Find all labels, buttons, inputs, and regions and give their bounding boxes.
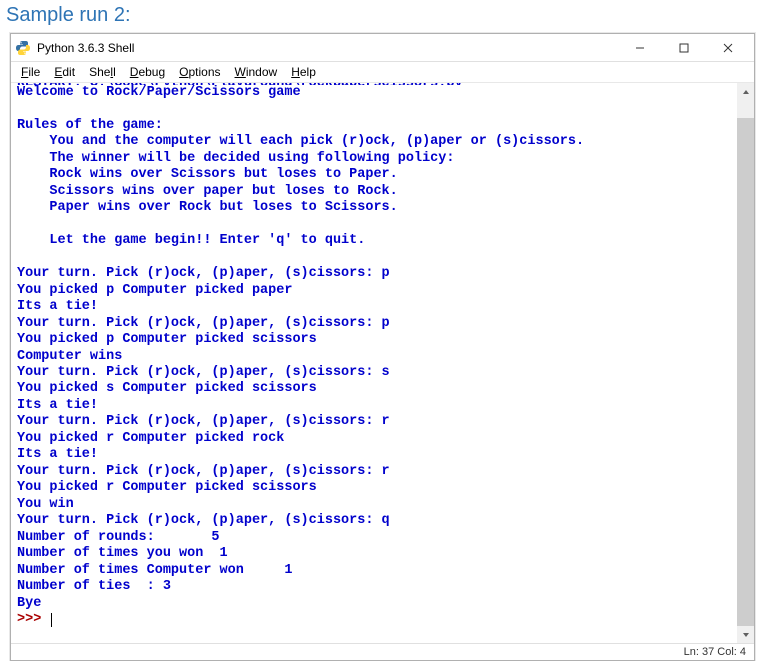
console-line: You picked r Computer picked rock: [17, 431, 733, 447]
menu-help[interactable]: Help: [285, 64, 322, 80]
scroll-down-button[interactable]: [737, 626, 754, 643]
vertical-scrollbar[interactable]: [737, 83, 754, 643]
console-line-partial: RESTART: C:\Code\Python\Playground\rockp…: [17, 83, 733, 85]
console-line: You picked r Computer picked scissors: [17, 480, 733, 496]
close-button[interactable]: [706, 35, 750, 61]
console-line: Your turn. Pick (r)ock, (p)aper, (s)ciss…: [17, 414, 733, 430]
console-line: The winner will be decided using followi…: [17, 151, 733, 167]
menu-edit[interactable]: Edit: [48, 64, 81, 80]
console-line: Number of times you won 1: [17, 546, 733, 562]
menu-file[interactable]: File: [15, 64, 46, 80]
menu-options[interactable]: Options: [173, 64, 226, 80]
sample-heading: Sample run 2:: [0, 0, 765, 33]
console-line: Let the game begin!! Enter 'q' to quit.: [17, 233, 733, 249]
console-line: [17, 250, 733, 266]
window-controls: [618, 35, 750, 61]
status-bar: Ln: 37 Col: 4: [11, 643, 754, 660]
console-line: Scissors wins over paper but loses to Ro…: [17, 184, 733, 200]
console-line: You and the computer will each pick (r)o…: [17, 134, 733, 150]
menu-debug[interactable]: Debug: [124, 64, 171, 80]
console-line: Rules of the game:: [17, 118, 733, 134]
console-line: [17, 217, 733, 233]
prompt-symbol: >>>: [17, 612, 49, 627]
console-line: Its a tie!: [17, 447, 733, 463]
console-line: [17, 101, 733, 117]
console-line: You picked p Computer picked paper: [17, 283, 733, 299]
text-cursor: [51, 613, 52, 627]
console-line: Welcome to Rock/Paper/Scissors game: [17, 85, 733, 101]
console-line: Its a tie!: [17, 299, 733, 315]
console-output[interactable]: RESTART: C:\Code\Python\Playground\rockp…: [11, 83, 737, 643]
console-line: You win: [17, 497, 733, 513]
content-area: RESTART: C:\Code\Python\Playground\rockp…: [11, 83, 754, 643]
menu-shell[interactable]: Shell: [83, 64, 122, 80]
console-prompt-line: >>>: [17, 612, 733, 628]
console-line: Your turn. Pick (r)ock, (p)aper, (s)ciss…: [17, 266, 733, 282]
console-line: Your turn. Pick (r)ock, (p)aper, (s)ciss…: [17, 464, 733, 480]
menu-window[interactable]: Window: [229, 64, 284, 80]
python-icon: [15, 40, 31, 56]
console-line: Number of rounds: 5: [17, 530, 733, 546]
minimize-button[interactable]: [618, 35, 662, 61]
console-line: Computer wins: [17, 349, 733, 365]
console-line: Rock wins over Scissors but loses to Pap…: [17, 167, 733, 183]
console-line: You picked s Computer picked scissors: [17, 381, 733, 397]
console-line: Your turn. Pick (r)ock, (p)aper, (s)ciss…: [17, 316, 733, 332]
shell-window: Python 3.6.3 Shell File Edit Shell Debug…: [10, 33, 755, 661]
console-line: Its a tie!: [17, 398, 733, 414]
console-line: Your turn. Pick (r)ock, (p)aper, (s)ciss…: [17, 365, 733, 381]
scrollbar-track[interactable]: [737, 100, 754, 626]
title-bar: Python 3.6.3 Shell: [11, 34, 754, 62]
cursor-position: Ln: 37 Col: 4: [684, 646, 746, 658]
menu-bar: File Edit Shell Debug Options Window Hel…: [11, 62, 754, 83]
window-title: Python 3.6.3 Shell: [37, 41, 618, 55]
maximize-button[interactable]: [662, 35, 706, 61]
console-line: Number of times Computer won 1: [17, 563, 733, 579]
scrollbar-thumb[interactable]: [737, 118, 754, 626]
console-line: Bye: [17, 596, 733, 612]
console-line: Number of ties : 3: [17, 579, 733, 595]
scroll-up-button[interactable]: [737, 83, 754, 100]
console-line: Your turn. Pick (r)ock, (p)aper, (s)ciss…: [17, 513, 733, 529]
console-line: Paper wins over Rock but loses to Scisso…: [17, 200, 733, 216]
console-line: You picked p Computer picked scissors: [17, 332, 733, 348]
